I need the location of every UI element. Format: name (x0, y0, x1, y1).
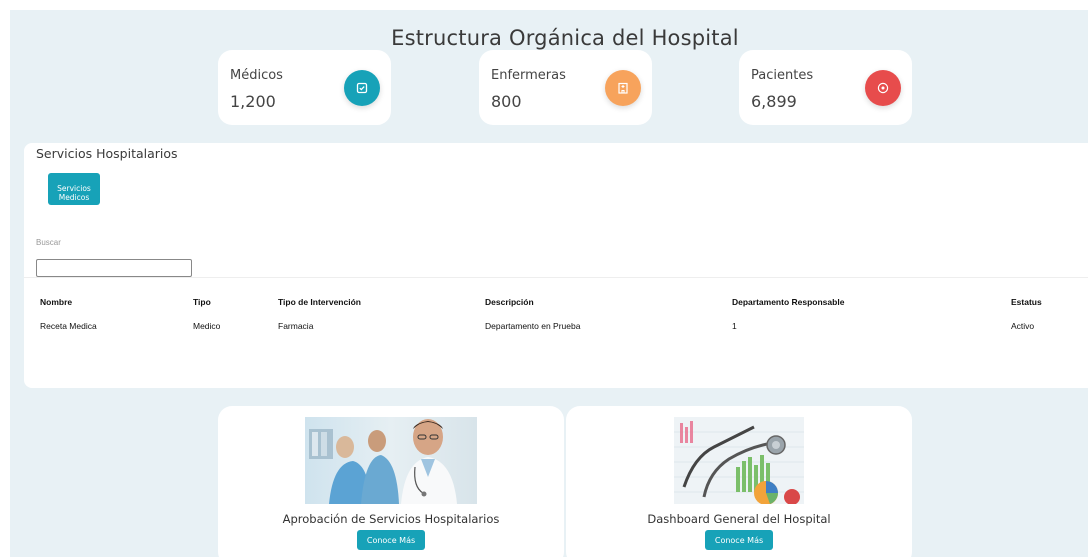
cell-departamento: 1 (732, 321, 737, 331)
stat-label: Enfermeras (491, 68, 566, 83)
conoce-mas-button[interactable]: Conoce Más (357, 530, 425, 550)
column-header-tipo-intervencion[interactable]: Tipo de Intervención (278, 297, 361, 307)
cell-nombre: Receta Medica (40, 321, 97, 331)
stat-label: Médicos (230, 68, 283, 83)
stethoscope-chart-photo (674, 417, 804, 504)
card-dashboard-general: Dashboard General del Hospital Conoce Má… (566, 406, 912, 557)
cell-tipo: Medico (193, 321, 221, 331)
stat-label: Pacientes (751, 68, 814, 83)
stat-card-medicos: Médicos 1,200 (218, 50, 391, 125)
cell-estatus: Activo (1011, 321, 1035, 331)
search-input[interactable] (36, 259, 192, 277)
column-header-departamento[interactable]: Departamento Responsable (732, 297, 844, 307)
page-title: Estructura Orgánica del Hospital (391, 26, 739, 50)
stat-card-pacientes: Pacientes 6,899 (739, 50, 912, 125)
user-circle-icon (865, 70, 901, 106)
clipboard-check-icon (344, 70, 380, 106)
stat-value: 6,899 (751, 92, 797, 111)
card-title: Aprobación de Servicios Hospitalarios (282, 512, 500, 526)
services-title: Servicios Hospitalarios (36, 146, 178, 161)
cell-tipo-intervencion: Farmacia (278, 321, 314, 331)
doctor-photo (305, 417, 477, 504)
button-label-line2: Medicos (58, 192, 90, 202)
column-header-estatus[interactable]: Estatus (1011, 297, 1042, 307)
divider (24, 277, 1088, 278)
column-header-tipo[interactable]: Tipo (193, 297, 211, 307)
column-header-nombre[interactable]: Nombre (40, 297, 72, 307)
hospital-icon (605, 70, 641, 106)
cell-descripcion: Departamento en Prueba (485, 321, 581, 331)
stat-card-enfermeras: Enfermeras 800 (479, 50, 652, 125)
stat-value: 800 (491, 92, 522, 111)
button-label-line1: Servicios (57, 183, 91, 193)
card-title: Dashboard General del Hospital (647, 512, 831, 526)
card-aprobacion-servicios: Aprobación de Servicios Hospitalarios Co… (218, 406, 564, 557)
column-header-descripcion[interactable]: Descripción (485, 297, 534, 307)
stat-value: 1,200 (230, 92, 276, 111)
search-label: Buscar (36, 238, 61, 247)
services-panel: Servicios Hospitalarios Servicios Medico… (24, 143, 1088, 388)
conoce-mas-button[interactable]: Conoce Más (705, 530, 773, 550)
servicios-medicos-button[interactable]: Servicios Medicos (48, 173, 100, 205)
